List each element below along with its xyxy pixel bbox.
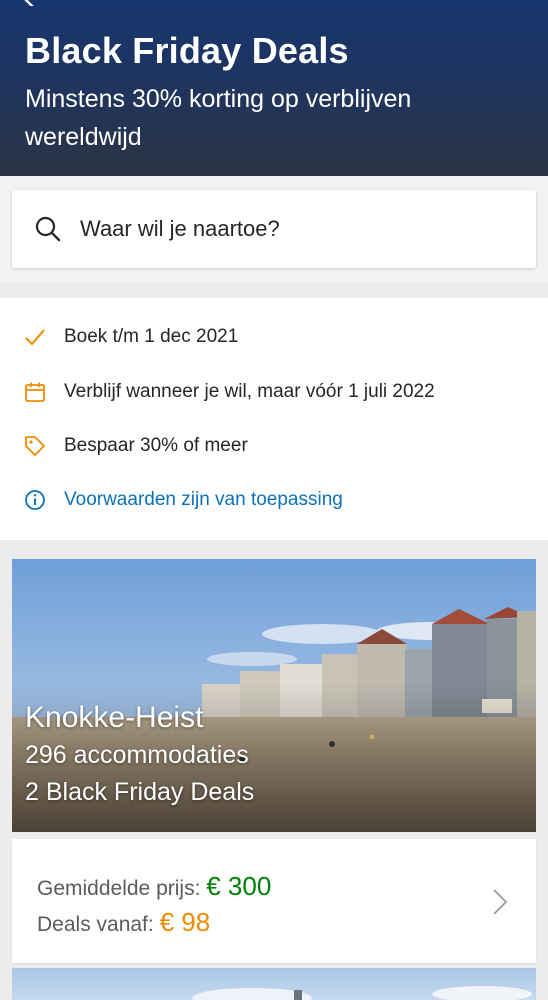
accommodation-count: 296 accommodaties [25, 741, 249, 769]
tag-icon [25, 436, 45, 456]
deal-count: 2 Black Friday Deals [25, 778, 255, 806]
average-price: Gemiddelde prijs: € 300 [37, 871, 271, 902]
chevron-right-icon [493, 889, 508, 915]
destination-card-image[interactable]: Knokke-Heist 296 accommodaties 2 Black F… [12, 559, 536, 832]
info-text: Boek t/m 1 dec 2021 [64, 326, 239, 347]
deals-from-price: Deals vanaf: € 98 [37, 907, 210, 938]
page-subtitle: Minstens 30% korting op verblijven werel… [25, 85, 412, 151]
deals-from-label: Deals vanaf: [37, 913, 154, 936]
destination-city: Knokke-Heist [25, 701, 204, 734]
page-title: Black Friday Deals [25, 30, 349, 71]
info-text: Verblijf wanneer je wil, maar vóór 1 jul… [64, 381, 435, 402]
deal-conditions-list: Boek t/m 1 dec 2021 Verblijf wanneer je … [0, 298, 548, 540]
destination-card-caption: Knokke-Heist 296 accommodaties 2 Black F… [25, 699, 254, 811]
average-price-value: € 300 [206, 871, 272, 901]
search-placeholder: Waar wil je naartoe? [80, 216, 280, 241]
deals-from-value: € 98 [159, 907, 211, 937]
info-icon [25, 490, 45, 510]
terms-link[interactable]: Voorwaarden zijn van toepassing [24, 489, 343, 511]
search-icon [35, 216, 61, 242]
next-destination-card-image[interactable] [12, 968, 536, 1000]
list-item-stay-before: Verblijf wanneer je wil, maar vóór 1 jul… [24, 381, 435, 403]
destination-price-summary[interactable]: Gemiddelde prijs: € 300 Deals vanaf: € 9… [12, 839, 536, 963]
calendar-icon [25, 382, 45, 402]
info-text: Bespaar 30% of meer [64, 435, 248, 456]
checkmark-icon [25, 329, 45, 346]
terms-link-text[interactable]: Voorwaarden zijn van toepassing [64, 489, 343, 511]
next-card-photo [192, 986, 532, 1000]
search-section: Waar wil je naartoe? [0, 176, 548, 282]
average-price-label: Gemiddelde prijs: [37, 877, 201, 900]
list-item-book-by: Boek t/m 1 dec 2021 [24, 326, 238, 348]
page-header: Black Friday Deals Minstens 30% korting … [0, 0, 548, 176]
back-arrow-icon[interactable] [24, 0, 46, 6]
list-item-savings: Bespaar 30% of meer [24, 435, 248, 457]
destination-search-input[interactable]: Waar wil je naartoe? [12, 190, 536, 268]
